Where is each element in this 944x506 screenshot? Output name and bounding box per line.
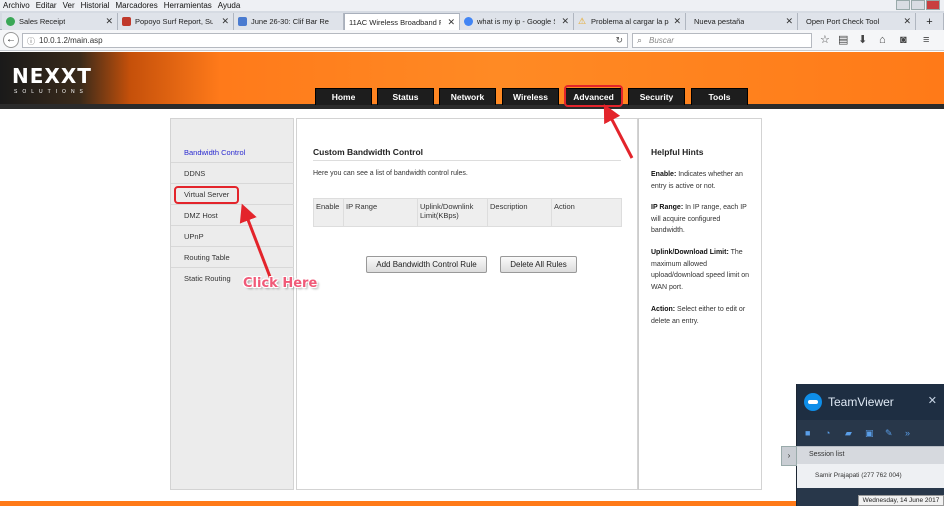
tab-popoyo[interactable]: Popoyo Surf Report, Surf ✕ bbox=[118, 13, 234, 30]
tab-nueva-pestana[interactable]: Nueva pestaña ✕ bbox=[686, 13, 798, 30]
bandwidth-rules-table: Enable IP Range Uplink/Downlink Limit(KB… bbox=[313, 198, 622, 227]
info-icon[interactable]: ⓘ bbox=[27, 36, 35, 47]
new-tab-button[interactable]: + bbox=[916, 13, 944, 30]
tab-open-port-check[interactable]: Open Port Check Tool ✕ bbox=[798, 13, 916, 30]
session-user[interactable]: Samir Prajapati (277 762 004) bbox=[797, 464, 944, 488]
tab-router-active[interactable]: 11AC Wireless Broadband Ro ✕ bbox=[344, 13, 460, 30]
back-arrow-icon[interactable]: ← bbox=[3, 32, 19, 48]
nav-tools[interactable]: Tools bbox=[691, 88, 748, 105]
title-divider bbox=[313, 160, 621, 161]
column-description: Description bbox=[487, 198, 552, 227]
tab-what-is-my-ip[interactable]: what is my ip - Google S ✕ bbox=[460, 13, 574, 30]
google-icon bbox=[464, 17, 473, 26]
search-placeholder: Buscar bbox=[649, 36, 674, 45]
close-tab-icon[interactable]: ✕ bbox=[561, 16, 569, 27]
tab-problema[interactable]: ⚠ Problema al cargar la pá ✕ bbox=[574, 13, 686, 30]
menu-historial[interactable]: Historial bbox=[78, 0, 113, 11]
menu-ayuda[interactable]: Ayuda bbox=[215, 0, 244, 11]
hints-title: Helpful Hints bbox=[651, 147, 704, 157]
search-input[interactable]: ⌕ Buscar bbox=[632, 33, 812, 48]
nav-home[interactable]: Home bbox=[315, 88, 372, 105]
teamviewer-title: TeamViewer bbox=[828, 395, 894, 409]
video-icon[interactable]: ■ bbox=[805, 428, 810, 438]
maximize-button[interactable] bbox=[911, 0, 925, 10]
hint-action: Action: Select either to edit or delete … bbox=[651, 306, 746, 325]
page-title: Custom Bandwidth Control bbox=[313, 147, 424, 157]
menu-herramientas[interactable]: Herramientas bbox=[161, 0, 215, 11]
tab-clif-bar[interactable]: June 26-30: Clif Bar Rese bbox=[234, 13, 344, 30]
sidebar-item-upnp[interactable]: UPnP bbox=[171, 226, 294, 247]
close-window-button[interactable] bbox=[926, 0, 940, 10]
nav-network[interactable]: Network bbox=[439, 88, 496, 105]
menu-ver[interactable]: Ver bbox=[60, 0, 78, 11]
virtual-server-highlight-box bbox=[174, 186, 239, 204]
hint-ip-range: IP Range: In IP range, each IP will acqu… bbox=[651, 204, 747, 234]
sidebar-item-bandwidth-control[interactable]: Bandwidth Control bbox=[171, 142, 294, 163]
column-action: Action bbox=[551, 198, 622, 227]
minimize-button[interactable] bbox=[896, 0, 910, 10]
close-tab-icon[interactable]: ✕ bbox=[673, 16, 681, 27]
sidebar-item-routing-table[interactable]: Routing Table bbox=[171, 247, 294, 268]
headset-icon[interactable]: ◔ bbox=[825, 428, 830, 438]
reload-icon[interactable]: ↻ bbox=[615, 35, 623, 46]
menu-bar: Archivo Editar Ver Historial Marcadores … bbox=[0, 0, 944, 11]
tab-favicon-icon bbox=[238, 17, 247, 26]
teamviewer-toolbar: ■ ◔ ▰ ▣ ✎ » bbox=[797, 420, 944, 446]
reader-list-icon[interactable]: ▤ bbox=[838, 34, 848, 46]
nexxt-logo: NEXXT SOLUTIONS bbox=[12, 64, 92, 95]
teamviewer-panel: TeamViewer ✕ ■ ◔ ▰ ▣ ✎ » Session list Sa… bbox=[796, 384, 944, 506]
hint-enable: Enable: Indicates whether an entry is ac… bbox=[651, 171, 743, 190]
close-tab-icon[interactable]: ✕ bbox=[105, 16, 113, 27]
address-bar[interactable]: ⓘ 10.0.1.2/main.asp ↻ bbox=[22, 33, 628, 48]
menu-archivo[interactable]: Archivo bbox=[0, 0, 33, 11]
pocket-icon[interactable]: ◙ bbox=[900, 34, 907, 46]
tab-strip: Sales Receipt ✕ Popoyo Surf Report, Surf… bbox=[0, 11, 944, 30]
nav-status[interactable]: Status bbox=[377, 88, 434, 105]
search-icon: ⌕ bbox=[637, 35, 643, 45]
navigation-bar: ← ⓘ 10.0.1.2/main.asp ↻ ⌕ Buscar ☆ ▤ ⬇ ⌂… bbox=[0, 30, 944, 51]
column-enable: Enable bbox=[313, 198, 344, 227]
expand-icon[interactable]: » bbox=[905, 428, 910, 438]
advanced-sidebar: Bandwidth Control DDNS Virtual Server DM… bbox=[170, 118, 294, 490]
hint-uplink-download-limit: Uplink/Download Limit: The maximum allow… bbox=[651, 249, 750, 291]
delete-all-rules-button[interactable]: Delete All Rules bbox=[500, 256, 577, 273]
menu-hamburger-icon[interactable]: ≡ bbox=[923, 34, 929, 46]
tab-favicon-icon bbox=[6, 17, 15, 26]
advanced-highlight-box bbox=[564, 85, 623, 107]
download-icon[interactable]: ⬇ bbox=[858, 34, 867, 46]
sidebar-item-dmz-host[interactable]: DMZ Host bbox=[171, 205, 294, 226]
teamviewer-header: TeamViewer ✕ bbox=[797, 384, 944, 420]
close-tab-icon[interactable]: ✕ bbox=[903, 16, 911, 27]
close-tab-icon[interactable]: ✕ bbox=[447, 17, 455, 28]
add-bandwidth-rule-button[interactable]: Add Bandwidth Control Rule bbox=[366, 256, 487, 273]
nav-security[interactable]: Security bbox=[628, 88, 685, 105]
column-ip-range: IP Range bbox=[343, 198, 418, 227]
files-icon[interactable]: ▣ bbox=[865, 428, 874, 439]
close-tab-icon[interactable]: ✕ bbox=[785, 16, 793, 27]
teamviewer-collapse-handle[interactable]: › bbox=[781, 446, 797, 466]
home-icon[interactable]: ⌂ bbox=[879, 34, 886, 46]
session-list-header[interactable]: Session list bbox=[797, 446, 944, 464]
taskbar-date: Wednesday, 14 June 2017 bbox=[858, 495, 944, 506]
click-here-annotation: Click Here bbox=[243, 276, 318, 291]
footer-bar bbox=[0, 501, 796, 506]
url-text: 10.0.1.2/main.asp bbox=[39, 36, 103, 45]
close-tab-icon[interactable]: ✕ bbox=[221, 16, 229, 27]
warning-icon: ⚠ bbox=[578, 16, 587, 26]
tab-favicon-icon bbox=[122, 17, 131, 26]
column-limit: Uplink/Downlink Limit(KBps) bbox=[417, 198, 488, 227]
chat-icon[interactable]: ▰ bbox=[845, 428, 852, 439]
whiteboard-icon[interactable]: ✎ bbox=[885, 428, 893, 439]
sidebar-item-ddns[interactable]: DDNS bbox=[171, 163, 294, 184]
nav-wireless[interactable]: Wireless bbox=[502, 88, 559, 105]
tab-sales-receipt[interactable]: Sales Receipt ✕ bbox=[2, 13, 118, 30]
page-description: Here you can see a list of bandwidth con… bbox=[313, 170, 468, 177]
menu-marcadores[interactable]: Marcadores bbox=[113, 0, 161, 11]
bookmark-star-icon[interactable]: ☆ bbox=[820, 34, 830, 46]
menu-editar[interactable]: Editar bbox=[33, 0, 60, 11]
teamviewer-logo-icon bbox=[804, 393, 822, 411]
close-icon[interactable]: ✕ bbox=[928, 394, 937, 407]
